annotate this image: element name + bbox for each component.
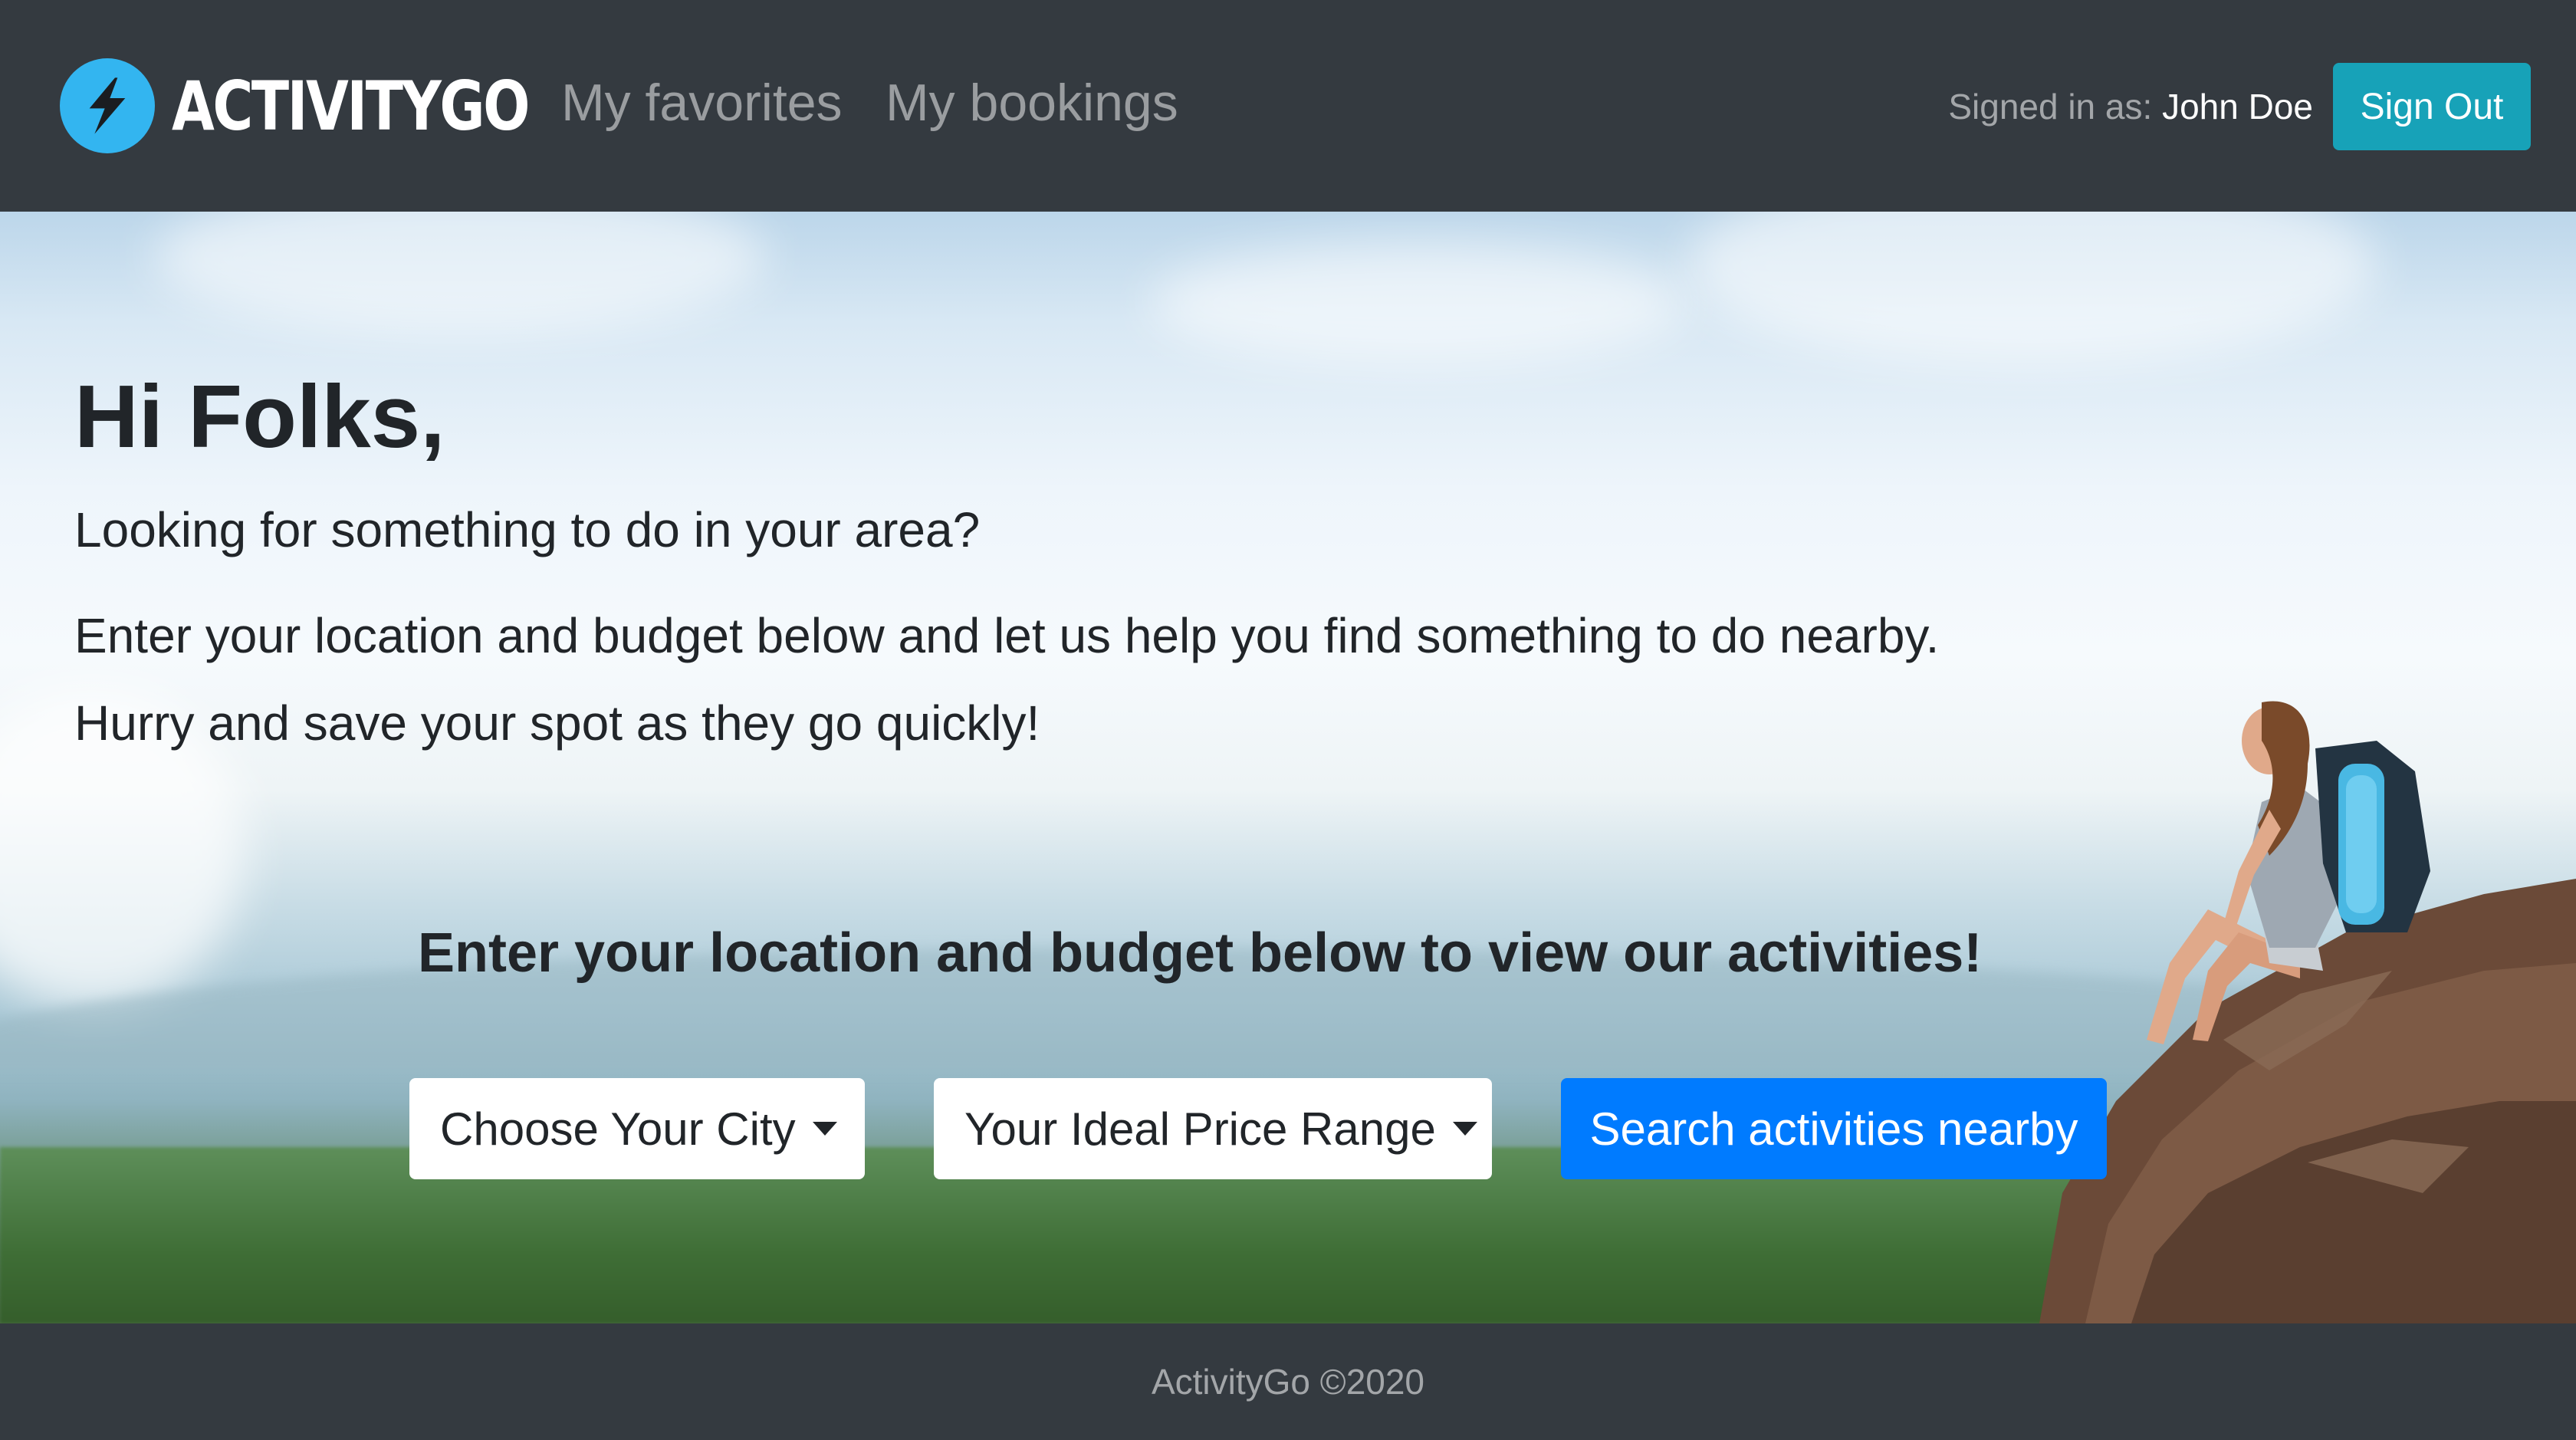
- username: John Doe: [2162, 87, 2313, 127]
- city-dropdown[interactable]: Choose Your City: [409, 1078, 865, 1179]
- hero-title: Hi Folks,: [74, 367, 445, 466]
- hero-lead: Looking for something to do in your area…: [74, 502, 981, 557]
- hero-section: Hi Folks, Looking for something to do in…: [0, 212, 2576, 1323]
- brand-logo[interactable]: ACTIVITYGO: [60, 57, 606, 155]
- nav-link-my-favorites[interactable]: My favorites: [561, 73, 843, 133]
- navbar: ACTIVITYGO My favorites My bookings Sign…: [0, 0, 2576, 212]
- signed-in-label: Signed in as:: [1948, 87, 2153, 127]
- caret-down-icon: [1452, 1122, 1477, 1136]
- sign-out-button[interactable]: Sign Out: [2333, 63, 2531, 150]
- search-prompt-heading: Enter your location and budget below to …: [418, 922, 1983, 984]
- lightning-bolt-icon: [60, 58, 155, 153]
- price-range-dropdown[interactable]: Your Ideal Price Range: [934, 1078, 1492, 1179]
- footer-copyright: ActivityGo ©2020: [1151, 1362, 1425, 1402]
- price-range-dropdown-label: Your Ideal Price Range: [964, 1103, 1436, 1155]
- brand-name: ACTIVITYGO: [172, 66, 530, 146]
- signed-in-status: Signed in as: John Doe: [1948, 86, 2313, 127]
- hero-description: Enter your location and budget below and…: [74, 608, 1940, 663]
- hero-urgency-text: Hurry and save your spot as they go quic…: [74, 695, 1040, 751]
- caret-down-icon: [812, 1122, 837, 1136]
- footer: ActivityGo ©2020: [0, 1323, 2576, 1440]
- nav-link-my-bookings[interactable]: My bookings: [886, 73, 1178, 133]
- city-dropdown-label: Choose Your City: [440, 1103, 796, 1155]
- search-activities-button[interactable]: Search activities nearby: [1561, 1078, 2107, 1179]
